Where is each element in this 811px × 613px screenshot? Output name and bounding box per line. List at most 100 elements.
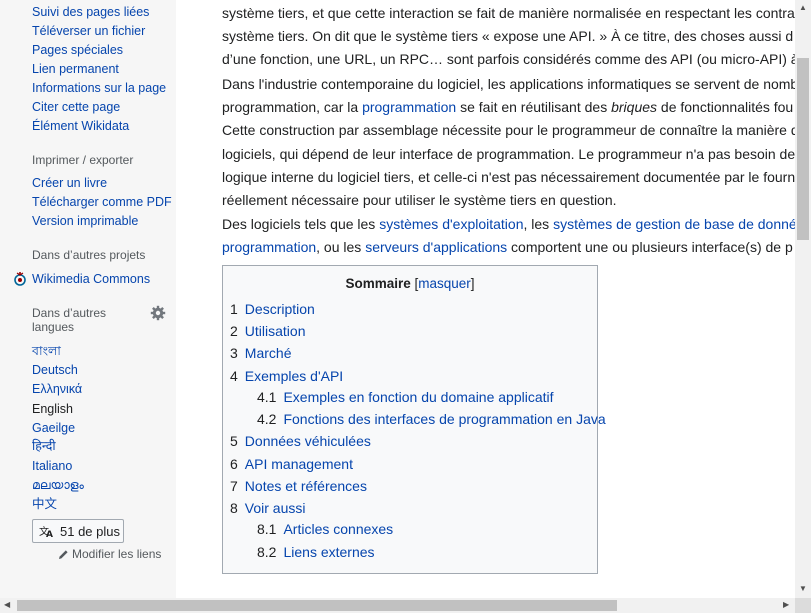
- vertical-scrollbar-thumb[interactable]: [797, 58, 809, 240]
- toc-item-4-2[interactable]: 4.2 Fonctions des interfaces de programma…: [257, 410, 606, 428]
- toc-item-4[interactable]: 4 Exemples d'API: [230, 367, 343, 385]
- other-projects-heading: Dans d’autres projets: [32, 248, 146, 262]
- text-fragment: Des logiciels tels que les: [222, 216, 380, 232]
- more-languages-label: 51 de plus: [60, 523, 120, 539]
- sidebar-item-wikimedia-commons[interactable]: Wikimedia Commons: [32, 271, 150, 287]
- print-export-heading: Imprimer / exporter: [32, 153, 134, 167]
- link-programmation[interactable]: programmation: [362, 99, 456, 115]
- text-line: logiciels, qui dépend de leur interface …: [222, 145, 795, 162]
- toc-number: 5: [230, 433, 238, 449]
- link-serveurs-applications[interactable]: serveurs d'applications: [365, 239, 507, 255]
- toc-item-4-1[interactable]: 4.1 Exemples en fonction du domaine appli…: [257, 388, 554, 406]
- toc-number: 4.1: [257, 389, 277, 405]
- scroll-left-arrow-icon[interactable]: ◀: [4, 601, 10, 609]
- emphasis-briques: briques: [611, 99, 658, 116]
- more-languages-button[interactable]: 文 A 51 de plus: [32, 519, 124, 543]
- text-line: Cette construction par assemblage nécess…: [222, 122, 795, 139]
- sidebar-item-related-changes[interactable]: Suivi des pages liées: [32, 4, 149, 20]
- language-link-hindi[interactable]: हिन्दी: [32, 438, 56, 454]
- toc-label: Liens externes: [283, 544, 375, 560]
- toc-item-2[interactable]: 2 Utilisation: [230, 322, 306, 340]
- text-line: Dans l'industrie contemporaine du logici…: [222, 76, 795, 92]
- horizontal-scrollbar-thumb[interactable]: [17, 600, 617, 611]
- table-of-contents: Sommaire [masquer] 1 Description 2 Utilisa…: [222, 265, 606, 574]
- text-line: réellement nécessaire pour utiliser le s…: [222, 192, 617, 209]
- toc-bracket-close: ]: [470, 276, 475, 291]
- toc-item-3[interactable]: 3 Marché: [230, 344, 291, 362]
- text-line: programmation, ou les serveurs d'applica…: [222, 236, 795, 259]
- text-line: programmation, car la programmation se f…: [222, 96, 795, 119]
- toc-toggle-link[interactable]: masquer: [418, 276, 471, 291]
- language-link-german[interactable]: Deutsch: [32, 362, 78, 378]
- sidebar-item-cite-page[interactable]: Citer cette page: [32, 99, 120, 115]
- toc-number: 8: [230, 500, 238, 516]
- text-fragment: , ou les: [316, 239, 366, 256]
- toc-title-text: Sommaire: [345, 276, 411, 291]
- paragraph-2: Dans l'industrie contemporaine du logici…: [222, 73, 795, 212]
- scroll-up-arrow-icon[interactable]: ▲: [799, 4, 807, 12]
- toc-label: Articles connexes: [283, 521, 394, 537]
- toc-number: 6: [230, 456, 238, 472]
- language-link-irish[interactable]: Gaeilge: [32, 420, 75, 436]
- svg-text:A: A: [46, 530, 53, 538]
- sidebar-item-permanent-link[interactable]: Lien permanent: [32, 61, 119, 77]
- toc-item-6[interactable]: 6 API management: [230, 455, 353, 473]
- toc-label: Voir aussi: [244, 500, 306, 516]
- toc-label: Exemples d'API: [244, 368, 344, 384]
- translate-icon: 文 A: [39, 525, 53, 538]
- toc-title: Sommaire [masquer]: [223, 276, 597, 291]
- sidebar-item-special-pages[interactable]: Pages spéciales: [32, 42, 123, 58]
- text-line: Des logiciels tels que les systèmes d'ex…: [222, 213, 795, 236]
- toc-number: 8.1: [257, 521, 277, 537]
- wikimedia-commons-icon: [14, 272, 26, 286]
- language-link-malayalam[interactable]: മലയാളം: [32, 477, 84, 493]
- sidebar-item-create-book[interactable]: Créer un livre: [32, 175, 107, 191]
- toc-number: 2: [230, 323, 238, 339]
- toc-label: Données véhiculées: [244, 433, 371, 449]
- languages-heading-line2: langues: [32, 320, 75, 334]
- language-link-greek[interactable]: Ελληνικά: [32, 381, 82, 397]
- link-programmation-2[interactable]: programmation: [222, 239, 316, 255]
- language-link-english[interactable]: English: [32, 401, 73, 417]
- scroll-right-arrow-icon[interactable]: ▶: [783, 601, 789, 609]
- link-systemes-exploitation[interactable]: systèmes d'exploitation: [379, 216, 523, 232]
- toc-item-8-2[interactable]: 8.2 Liens externes: [257, 543, 375, 561]
- language-link-chinese[interactable]: 中文: [32, 496, 57, 512]
- toc-label: Utilisation: [244, 323, 306, 339]
- scroll-down-arrow-icon[interactable]: ▼: [799, 585, 807, 593]
- sidebar-item-printable-version[interactable]: Version imprimable: [32, 213, 138, 229]
- toc-item-5[interactable]: 5 Données véhiculées: [230, 432, 371, 450]
- text-line: d’une fonction, une URL, un RPC… sont pa…: [222, 51, 795, 68]
- vertical-scrollbar[interactable]: ▲ ▼: [795, 0, 811, 598]
- toc-label: Fonctions des interfaces de programmatio…: [283, 411, 606, 427]
- text-line: système tiers, et que cette interaction …: [222, 5, 795, 21]
- toc-label: API management: [244, 456, 353, 472]
- scrollbar-corner: [795, 598, 811, 613]
- sidebar-item-page-info[interactable]: Informations sur la page: [32, 80, 166, 96]
- paragraph-1: système tiers, et que cette interaction …: [222, 2, 795, 72]
- toc-number: 1: [230, 301, 238, 317]
- horizontal-scrollbar[interactable]: ◀ ▶: [0, 598, 795, 613]
- toc-item-8-1[interactable]: 8.1 Articles connexes: [257, 520, 393, 538]
- toc-item-7[interactable]: 7 Notes et références: [230, 477, 367, 495]
- sidebar-item-upload-file[interactable]: Téléverser un fichier: [32, 23, 145, 39]
- text-line: système tiers. On dit que le système tie…: [222, 28, 794, 45]
- toc-label: Marché: [244, 345, 292, 361]
- edit-links-label: Modifier les liens: [72, 547, 162, 561]
- toc-number: 8.2: [257, 544, 277, 560]
- toc-number: 4: [230, 368, 238, 384]
- sidebar-item-download-pdf[interactable]: Télécharger comme PDF: [32, 194, 172, 210]
- sidebar-item-wikidata[interactable]: Élément Wikidata: [32, 118, 129, 134]
- languages-heading-line1: Dans d’autres: [32, 306, 107, 320]
- link-sgbd[interactable]: systèmes de gestion de base de donné: [553, 216, 795, 232]
- toc-item-1[interactable]: 1 Description: [230, 300, 315, 318]
- toc-label: Notes et références: [244, 478, 367, 494]
- toc-item-8[interactable]: 8 Voir aussi: [230, 499, 306, 517]
- edit-links[interactable]: Modifier les liens: [58, 547, 161, 561]
- language-link-bengali[interactable]: বাংলা: [32, 343, 61, 359]
- gear-icon[interactable]: [150, 305, 166, 321]
- toc-number: 3: [230, 345, 238, 361]
- pencil-icon: [59, 549, 68, 559]
- language-link-italian[interactable]: Italiano: [32, 458, 72, 474]
- text-fragment: programmation, car la: [222, 99, 363, 116]
